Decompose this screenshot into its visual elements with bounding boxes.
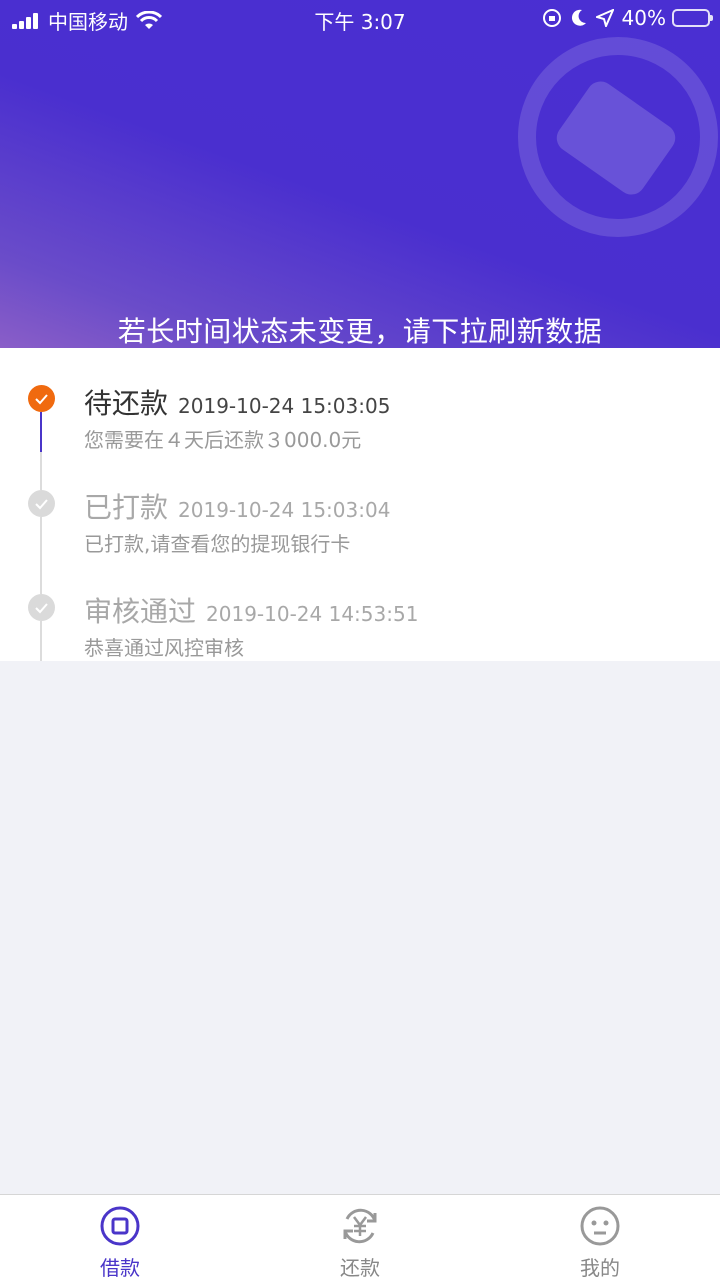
yen-cycle-icon bbox=[343, 1208, 377, 1244]
face-icon bbox=[580, 1206, 620, 1246]
timeline-step: 已打款 2019-10-24 15:03:04 已打款,请查看您的提现银行卡 bbox=[0, 452, 720, 556]
battery-icon bbox=[672, 9, 713, 27]
step-time: 2019-10-24 15:03:05 bbox=[178, 394, 391, 418]
tab-label: 还款 bbox=[340, 1256, 380, 1280]
moon-icon bbox=[571, 9, 586, 26]
battery-percent: 40% bbox=[621, 6, 666, 30]
timeline-connector bbox=[40, 452, 42, 490]
tab-bar: 借款 还款 我的 bbox=[0, 1194, 720, 1280]
timeline-connector bbox=[40, 621, 42, 661]
page: 中国移动 下午 3:07 40% 若长时间状态未变更，请下拉刷新数据 待还款 2… bbox=[0, 0, 720, 1280]
status-timeline: 待还款 2019-10-24 15:03:05 您需要在４天后还款３000.0元 … bbox=[0, 348, 720, 661]
tab-label: 借款 bbox=[100, 1256, 140, 1280]
check-icon bbox=[28, 385, 55, 412]
brand-logo-watermark-icon bbox=[518, 37, 718, 237]
step-time: 2019-10-24 15:03:04 bbox=[178, 498, 391, 522]
loan-square-icon bbox=[100, 1206, 140, 1246]
timeline-connector bbox=[40, 412, 42, 452]
step-description: 恭喜通过风控审核 bbox=[84, 636, 244, 660]
step-title: 已打款 bbox=[84, 491, 169, 524]
check-icon bbox=[28, 594, 55, 621]
check-icon bbox=[28, 490, 55, 517]
step-title: 审核通过 bbox=[84, 595, 197, 628]
orientation-lock-icon bbox=[542, 9, 561, 27]
step-time: 2019-10-24 14:53:51 bbox=[206, 602, 419, 626]
step-title-row: 审核通过 2019-10-24 14:53:51 bbox=[84, 590, 418, 630]
timeline-connector bbox=[40, 556, 42, 594]
status-bar: 中国移动 下午 3:07 40% bbox=[0, 0, 720, 36]
tab-me[interactable]: 我的 bbox=[480, 1195, 720, 1280]
header-banner: 中国移动 下午 3:07 40% 若长时间状态未变更，请下拉刷新数据 bbox=[0, 0, 720, 348]
step-title: 待还款 bbox=[84, 387, 169, 420]
timeline-step: 待还款 2019-10-24 15:03:05 您需要在４天后还款３000.0元 bbox=[0, 348, 720, 452]
step-description: 已打款,请查看您的提现银行卡 bbox=[84, 532, 351, 556]
tab-repay[interactable]: 还款 bbox=[240, 1195, 480, 1280]
timeline-connector bbox=[40, 517, 42, 556]
step-title-row: 待还款 2019-10-24 15:03:05 bbox=[84, 382, 390, 422]
tab-label: 我的 bbox=[580, 1256, 620, 1280]
location-arrow-icon bbox=[595, 9, 614, 27]
refresh-hint: 若长时间状态未变更，请下拉刷新数据 bbox=[117, 315, 603, 348]
step-title-row: 已打款 2019-10-24 15:03:04 bbox=[84, 486, 390, 526]
step-description: 您需要在４天后还款３000.0元 bbox=[84, 428, 362, 452]
tab-loan[interactable]: 借款 bbox=[0, 1195, 240, 1280]
timeline-step: 审核通过 2019-10-24 14:53:51 恭喜通过风控审核 bbox=[0, 556, 720, 661]
